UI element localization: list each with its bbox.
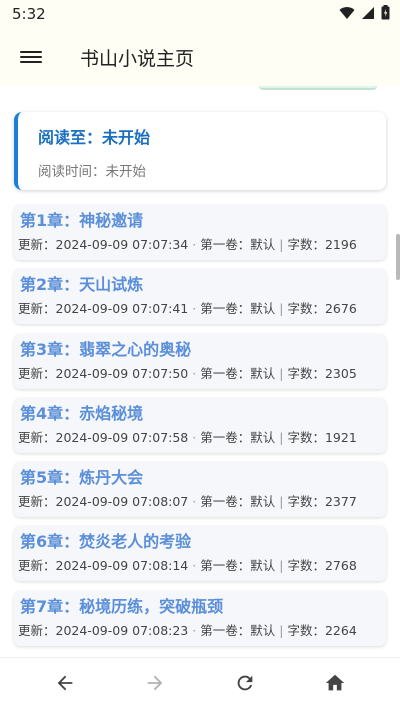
chapter-meta: 更新：2024-09-09 07:07:34 · 第一卷：默认 | 字数：2196 xyxy=(18,235,386,255)
hamburger-menu-icon[interactable] xyxy=(0,28,62,86)
chapter-volume: 第一卷：默认 xyxy=(200,622,276,638)
chapter-words: 字数：2305 xyxy=(287,365,357,381)
meta-pipe: | xyxy=(279,622,284,638)
meta-dot: · xyxy=(192,494,197,510)
home-button[interactable] xyxy=(322,672,348,698)
meta-dot: · xyxy=(192,429,197,445)
chapter-item[interactable]: 第7章：秘境历练，突破瓶颈 更新：2024-09-09 07:08:23 · 第一卷… xyxy=(14,590,386,646)
chapter-updated: 更新：2024-09-09 07:07:50 xyxy=(18,365,189,381)
chapter-words: 字数：2676 xyxy=(287,301,357,317)
chapter-item[interactable]: 第6章：焚炎老人的考验 更新：2024-09-09 07:08:14 · 第一卷：默… xyxy=(14,526,386,582)
bottom-nav xyxy=(0,657,400,711)
battery-icon xyxy=(381,4,390,24)
status-icons xyxy=(339,4,390,24)
home-icon xyxy=(324,672,346,698)
chapter-item[interactable]: 第3章：翡翠之心的奥秘 更新：2024-09-09 07:07:50 · 第一卷：默… xyxy=(14,333,386,389)
chapter-updated: 更新：2024-09-09 07:08:14 xyxy=(18,558,189,574)
chapter-volume: 第一卷：默认 xyxy=(200,237,276,252)
status-time: 5:32 xyxy=(12,5,46,23)
chapter-title: 第7章：秘境历练，突破瓶颈 xyxy=(20,596,224,616)
chapter-updated: 更新：2024-09-09 07:08:23 xyxy=(18,622,189,638)
peek-tab xyxy=(259,86,377,90)
main-content[interactable]: 阅读至：未开始 阅读时间：未开始 第1章：神秘邀请 更新：2024-09-09 … xyxy=(0,86,400,657)
meta-dot: · xyxy=(192,237,197,252)
chapter-meta: 更新：2024-09-09 07:07:41 · 第一卷：默认 | 字数：2676 xyxy=(18,299,386,319)
chapter-title: 第2章：天山试炼 xyxy=(20,275,144,295)
meta-dot: · xyxy=(192,622,197,638)
chapter-title: 第5章：炼丹大会 xyxy=(20,468,144,488)
status-bar: 5:32 xyxy=(0,0,400,28)
chapter-words: 字数：2264 xyxy=(287,622,357,638)
meta-pipe: | xyxy=(279,365,284,381)
chapter-words: 字数：1921 xyxy=(287,429,357,445)
meta-pipe: | xyxy=(279,237,284,252)
back-button[interactable] xyxy=(52,672,78,698)
chapter-item[interactable]: 第5章：炼丹大会 更新：2024-09-09 07:08:07 · 第一卷：默认 | 字… xyxy=(14,462,386,518)
chapter-updated: 更新：2024-09-09 07:07:41 xyxy=(18,301,189,317)
chapter-title: 第3章：翡翠之心的奥秘 xyxy=(20,339,192,359)
refresh-button[interactable] xyxy=(232,672,258,698)
chapter-title: 第1章：神秘邀请 xyxy=(20,211,144,230)
scrollbar-thumb[interactable] xyxy=(396,234,400,280)
chapter-updated: 更新：2024-09-09 07:07:58 xyxy=(18,429,189,445)
signal-icon xyxy=(361,5,375,24)
chapter-meta: 更新：2024-09-09 07:07:50 · 第一卷：默认 | 字数：2305 xyxy=(18,364,386,384)
chapter-volume: 第一卷：默认 xyxy=(200,494,276,510)
chapter-list: 第1章：神秘邀请 更新：2024-09-09 07:07:34 · 第一卷：默认 | 字… xyxy=(14,205,386,655)
meta-dot: · xyxy=(192,365,197,381)
chapter-words: 字数：2768 xyxy=(287,558,357,574)
chapter-meta: 更新：2024-09-09 07:07:58 · 第一卷：默认 | 字数：1921 xyxy=(18,428,386,448)
chapter-updated: 更新：2024-09-09 07:07:34 xyxy=(18,237,189,252)
arrow-left-icon xyxy=(54,672,76,698)
chapter-words: 字数：2377 xyxy=(287,494,357,510)
refresh-icon xyxy=(234,672,256,698)
chapter-volume: 第一卷：默认 xyxy=(200,558,276,574)
page-title: 书山小说主页 xyxy=(80,47,195,70)
chapter-meta: 更新：2024-09-09 07:08:23 · 第一卷：默认 | 字数：2264 xyxy=(18,621,386,641)
chapter-item[interactable]: 第2章：天山试炼 更新：2024-09-09 07:07:41 · 第一卷：默认 | 字… xyxy=(14,269,386,325)
reading-progress-time: 阅读时间：未开始 xyxy=(38,164,146,180)
chapter-meta: 更新：2024-09-09 07:08:14 · 第一卷：默认 | 字数：2768 xyxy=(18,556,386,576)
arrow-right-icon xyxy=(144,672,166,698)
chapter-item[interactable]: 第1章：神秘邀请 更新：2024-09-09 07:07:34 · 第一卷：默认 | 字… xyxy=(14,205,386,260)
chapter-title: 第6章：焚炎老人的考验 xyxy=(20,532,192,552)
meta-pipe: | xyxy=(279,558,284,574)
meta-dot: · xyxy=(192,558,197,574)
forward-button[interactable] xyxy=(142,672,168,698)
meta-pipe: | xyxy=(279,429,284,445)
chapter-meta: 更新：2024-09-09 07:08:07 · 第一卷：默认 | 字数：2377 xyxy=(18,492,386,512)
meta-pipe: | xyxy=(279,301,284,317)
chapter-updated: 更新：2024-09-09 07:08:07 xyxy=(18,494,189,510)
chapter-volume: 第一卷：默认 xyxy=(200,301,276,317)
chapter-volume: 第一卷：默认 xyxy=(200,429,276,445)
meta-dot: · xyxy=(192,301,197,317)
app-bar: 书山小说主页 xyxy=(0,28,400,86)
wifi-icon xyxy=(339,5,355,24)
chapter-words: 字数：2196 xyxy=(287,237,357,252)
chapter-item[interactable]: 第4章：赤焰秘境 更新：2024-09-09 07:07:58 · 第一卷：默认 | 字… xyxy=(14,397,386,453)
reading-progress-title: 阅读至：未开始 xyxy=(38,128,151,147)
chapter-title: 第4章：赤焰秘境 xyxy=(20,403,144,423)
reading-progress-card[interactable]: 阅读至：未开始 阅读时间：未开始 xyxy=(14,112,386,190)
chapter-volume: 第一卷：默认 xyxy=(200,365,276,381)
meta-pipe: | xyxy=(279,494,284,510)
